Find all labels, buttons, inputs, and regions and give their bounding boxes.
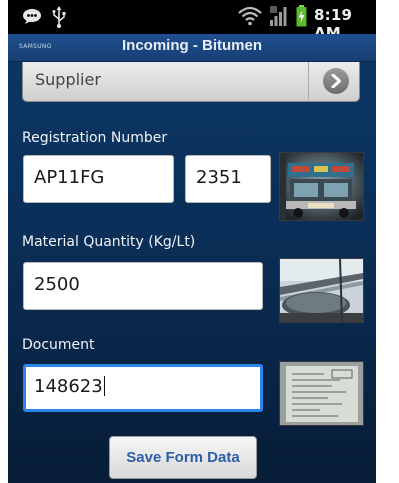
text-cursor (103, 376, 105, 396)
document-label: Document (22, 337, 95, 353)
save-form-data-button[interactable]: Save Form Data (109, 436, 257, 479)
material-quantity-label: Material Quantity (Kg/Lt) (22, 234, 196, 250)
wifi-icon (238, 6, 262, 26)
page-title: Incoming - Bitumen (122, 37, 262, 54)
status-bar: 8:19 AM (8, 0, 376, 42)
supplier-spinner-value: Supplier (35, 70, 101, 89)
usb-icon (52, 6, 66, 28)
talk-icon (23, 9, 41, 24)
registration-prefix-input[interactable]: AP11FG (23, 155, 174, 203)
battery-charging-icon (296, 5, 307, 27)
document-photo-thumbnail[interactable] (279, 361, 364, 426)
chevron-right-icon[interactable] (323, 68, 349, 94)
form-content[interactable]: Supplier Registration Number AP11FG 2351 (8, 62, 376, 483)
spinner-divider (308, 62, 309, 100)
document-input-value: 148623 (34, 376, 103, 397)
supplier-spinner[interactable]: Supplier (22, 62, 360, 102)
registration-number-input[interactable]: 2351 (185, 155, 271, 203)
material-quantity-input[interactable]: 2500 (23, 262, 263, 310)
signal-icon (270, 6, 287, 26)
truck-photo-thumbnail[interactable] (279, 152, 364, 221)
tanker-photo-thumbnail[interactable] (279, 258, 364, 323)
registration-number-label: Registration Number (22, 130, 168, 146)
document-input[interactable]: 148623 (23, 364, 263, 412)
phone-screen: 8:19 AM SAMSUNG Incoming - Bitumen Suppl… (8, 0, 376, 483)
title-bar: SAMSUNG Incoming - Bitumen (8, 34, 376, 62)
